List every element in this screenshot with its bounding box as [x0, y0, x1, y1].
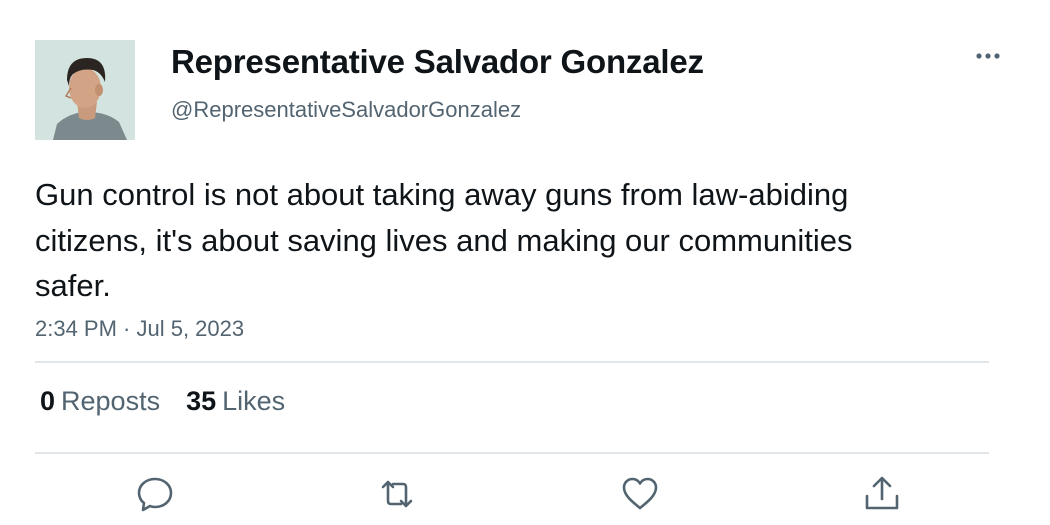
reply-icon — [137, 477, 173, 512]
share-button[interactable] — [862, 474, 902, 514]
divider — [35, 452, 989, 454]
reposts-count: 0 — [40, 386, 56, 416]
like-button[interactable] — [620, 474, 660, 514]
profile-photo-icon — [35, 40, 135, 140]
tweet-card: Representative Salvador Gonzalez @Repres… — [0, 0, 1050, 525]
repost-icon — [381, 480, 413, 508]
reposts-stat[interactable]: 0 Reposts — [40, 386, 160, 417]
tweet-text: Gun control is not about taking away gun… — [35, 177, 853, 303]
author-display-name[interactable]: Representative Salvador Gonzalez — [171, 43, 704, 81]
repost-button[interactable] — [377, 474, 417, 514]
likes-label: Likes — [222, 386, 286, 416]
divider — [35, 361, 989, 363]
engagement-stats: 0 Reposts 35 Likes — [40, 386, 311, 417]
reply-button[interactable] — [135, 474, 175, 514]
likes-count: 35 — [186, 386, 217, 416]
more-dots-icon — [976, 53, 1000, 59]
reposts-label: Reposts — [61, 386, 161, 416]
avatar[interactable] — [35, 40, 135, 140]
tweet-timestamp[interactable]: 2:34 PM · Jul 5, 2023 — [35, 316, 244, 342]
more-options-button[interactable] — [970, 44, 1004, 68]
share-icon — [865, 476, 899, 510]
likes-stat[interactable]: 35 Likes — [186, 386, 285, 417]
author-handle[interactable]: @RepresentativeSalvadorGonzalez — [171, 97, 521, 123]
like-icon — [622, 477, 658, 510]
